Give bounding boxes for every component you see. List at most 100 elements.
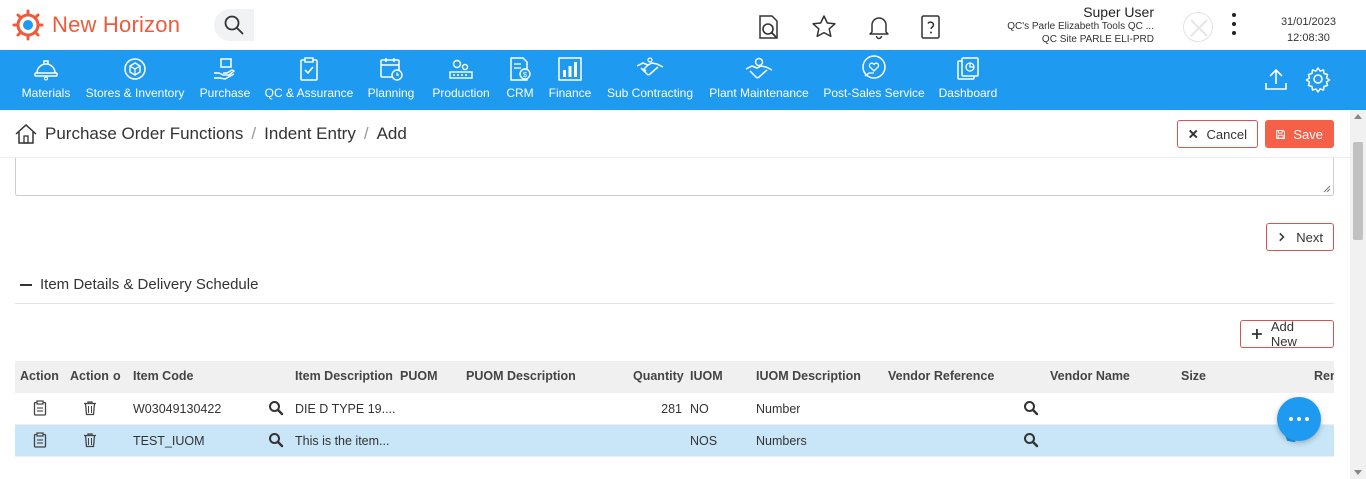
cancel-button[interactable]: Cancel xyxy=(1177,120,1258,148)
floppy-disk-icon xyxy=(1276,129,1286,139)
breadcrumb-item-purchase-order-functions[interactable]: Purchase Order Functions xyxy=(45,124,243,143)
column-header-action[interactable]: Action xyxy=(20,369,59,383)
app-name: New Horizon xyxy=(52,12,181,37)
scroll-down-arrow-icon[interactable] xyxy=(1354,470,1362,475)
current-time: 12:08:30 xyxy=(1287,32,1330,44)
column-header-iuom-description[interactable]: IUOM Description xyxy=(756,369,861,383)
delete-trash-icon[interactable] xyxy=(82,432,98,448)
hard-hat-icon xyxy=(34,60,58,81)
breadcrumb-item-indent-entry[interactable]: Indent Entry xyxy=(264,124,356,143)
clipboard-check-icon xyxy=(300,57,318,81)
calendar-clock-icon xyxy=(380,58,403,81)
breadcrumb-item-add: Add xyxy=(376,124,407,143)
nav-stores-inventory[interactable]: Stores & Inventory xyxy=(86,50,184,110)
bar-chart-icon xyxy=(558,57,582,81)
page: New Horizon Super User QC's Parle Elizab… xyxy=(0,0,1366,479)
column-header-item-code[interactable]: Item Code xyxy=(133,369,193,383)
column-header-vendor-reference[interactable]: Vendor Reference xyxy=(888,369,994,383)
column-header-truncated[interactable]: o xyxy=(113,369,121,383)
edit-clipboard-icon[interactable] xyxy=(33,400,49,416)
collapse-icon[interactable] xyxy=(20,283,32,286)
handshake-icon xyxy=(636,57,664,76)
dashboard-icon xyxy=(957,57,979,80)
breadcrumb-separator: / xyxy=(251,124,257,143)
section-divider xyxy=(15,303,1334,304)
grid-header: Action Action o Item Code Item Descripti… xyxy=(15,361,1334,393)
nav-qc-assurance[interactable]: QC & Assurance xyxy=(264,50,354,110)
top-header: New Horizon Super User QC's Parle Elizab… xyxy=(0,0,1366,50)
global-search xyxy=(214,9,728,41)
chevron-right-icon xyxy=(1279,232,1285,242)
column-header-item-description[interactable]: Item Description xyxy=(295,369,393,383)
user-site: QC Site PARLE ELI-PRD xyxy=(1041,34,1154,45)
cell-iuom: NOS xyxy=(690,434,718,448)
search-icon[interactable] xyxy=(214,9,254,41)
table-row[interactable]: W03049130422 DIE D TYPE 19.... 281 NO Nu… xyxy=(15,393,1334,425)
column-header-action-2[interactable]: Action xyxy=(70,369,109,383)
user-info[interactable]: Super User QC's Parle Elizabeth Tools QC… xyxy=(1007,4,1154,46)
section-header[interactable]: Item Details & Delivery Schedule xyxy=(20,276,258,293)
search-input[interactable] xyxy=(254,9,728,41)
nav-post-sales-service[interactable]: Post-Sales Service xyxy=(823,50,925,110)
remarks-textarea[interactable] xyxy=(15,158,1334,196)
nav-dashboard[interactable]: Dashboard xyxy=(938,50,998,110)
nav-materials[interactable]: Materials xyxy=(16,50,76,110)
cell-item-description: DIE D TYPE 19.... xyxy=(295,402,396,416)
vendor-search-icon[interactable] xyxy=(1023,400,1039,416)
nav-finance[interactable]: Finance xyxy=(548,50,592,110)
user-company: QC's Parle Elizabeth Tools QC ... xyxy=(1007,21,1154,32)
help-document-icon[interactable] xyxy=(918,14,944,40)
avatar[interactable] xyxy=(1183,12,1213,42)
column-header-truncated-right[interactable]: Ren xyxy=(1314,369,1334,383)
vertical-scrollbar[interactable] xyxy=(1350,110,1366,479)
scroll-up-arrow-icon[interactable] xyxy=(1354,114,1362,119)
nav-planning[interactable]: Planning xyxy=(366,50,416,110)
nav-production[interactable]: Production xyxy=(430,50,492,110)
cell-iuom-description: Number xyxy=(756,402,801,416)
factory-gears-icon xyxy=(449,59,473,79)
user-name: Super User xyxy=(1083,4,1154,20)
svg-text:$: $ xyxy=(523,72,527,79)
column-header-size[interactable]: Size xyxy=(1181,369,1206,383)
item-search-icon[interactable] xyxy=(268,400,284,416)
column-header-vendor-name[interactable]: Vendor Name xyxy=(1050,369,1130,383)
add-new-button[interactable]: Add New xyxy=(1240,319,1334,349)
module-navbar: Materials Stores & Inventory Purchase QC… xyxy=(0,50,1366,110)
heart-hand-icon xyxy=(862,55,886,79)
delete-trash-icon[interactable] xyxy=(82,400,98,416)
item-details-grid: Action Action o Item Code Item Descripti… xyxy=(15,361,1334,458)
nav-purchase[interactable]: Purchase xyxy=(196,50,254,110)
breadcrumb-bar: Purchase Order Functions / Indent Entry / Ad… xyxy=(0,110,1350,158)
nav-plant-maintenance[interactable]: Plant Maintenance xyxy=(708,50,810,110)
bell-icon[interactable] xyxy=(866,14,892,40)
document-search-icon[interactable] xyxy=(756,14,782,40)
home-icon[interactable] xyxy=(14,122,38,146)
column-header-puom-description[interactable]: PUOM Description xyxy=(466,369,576,383)
datetime: 31/01/2023 12:08:30 xyxy=(1281,14,1336,46)
save-button[interactable]: Save xyxy=(1265,120,1334,148)
table-row-selected[interactable]: TEST_IUOM This is the item... NOS Number… xyxy=(15,425,1334,457)
gear-logo-icon xyxy=(12,9,44,41)
cell-iuom: NO xyxy=(690,402,709,416)
current-date: 31/01/2023 xyxy=(1280,16,1336,28)
vendor-search-icon[interactable] xyxy=(1023,432,1039,448)
resize-handle-icon[interactable] xyxy=(1323,185,1331,193)
chat-dots-icon xyxy=(1289,417,1309,421)
item-search-icon[interactable] xyxy=(268,432,284,448)
handshake-gear-icon xyxy=(745,57,773,79)
scrollbar-thumb[interactable] xyxy=(1353,142,1363,240)
chat-button[interactable] xyxy=(1277,397,1321,441)
more-options-icon[interactable] xyxy=(1229,13,1239,35)
settings-gear-icon[interactable] xyxy=(1303,64,1333,94)
nav-sub-contracting[interactable]: Sub Contracting xyxy=(606,50,694,110)
next-button[interactable]: Next xyxy=(1266,223,1334,251)
edit-clipboard-icon[interactable] xyxy=(33,432,49,448)
column-header-iuom[interactable]: IUOM xyxy=(690,369,723,383)
app-logo[interactable]: New Horizon xyxy=(12,9,180,41)
upload-icon[interactable] xyxy=(1261,64,1291,94)
star-icon[interactable] xyxy=(811,14,837,40)
column-header-quantity[interactable]: Quantity xyxy=(633,369,684,383)
column-header-puom[interactable]: PUOM xyxy=(400,369,438,383)
nav-crm[interactable]: $ CRM xyxy=(504,50,536,110)
cell-quantity: 281 xyxy=(661,402,682,416)
